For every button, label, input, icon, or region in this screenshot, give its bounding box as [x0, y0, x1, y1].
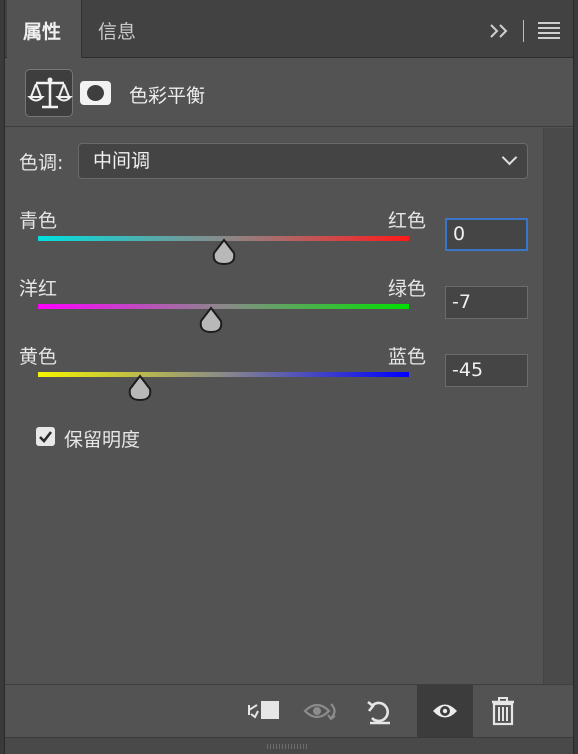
tab-divider: [523, 20, 524, 42]
adjustment-title: 色彩平衡: [129, 85, 206, 107]
slider-left-label: 青色: [19, 210, 58, 232]
slider-magenta-green: 洋红 绿色 -7: [5, 274, 542, 344]
tab-properties[interactable]: 属性: [7, 0, 81, 59]
magenta-green-value-input[interactable]: -7: [445, 286, 528, 319]
preserve-luminosity-label: 保留明度: [64, 429, 141, 451]
yellow-blue-value-input[interactable]: -45: [445, 354, 528, 387]
bottom-toolbar: [5, 684, 573, 737]
tone-dropdown-value: 中间调: [93, 150, 151, 172]
slider-thumb[interactable]: [127, 374, 153, 402]
balance-scale-icon[interactable]: [25, 69, 73, 117]
panel-resize-handle[interactable]: [5, 737, 573, 754]
slider-yellow-blue: 黄色 蓝色 -45: [5, 342, 542, 412]
view-previous-state-icon[interactable]: [301, 693, 341, 729]
grip-icon: [267, 744, 307, 749]
checkmark-icon: [39, 431, 53, 443]
slider-track[interactable]: [38, 372, 409, 377]
scrollbar[interactable]: [543, 128, 573, 684]
slider-right-label: 绿色: [388, 278, 427, 300]
reset-icon[interactable]: [360, 693, 400, 729]
slider-thumb[interactable]: [198, 306, 224, 334]
chevron-down-icon: [501, 149, 518, 166]
slider-left-label: 洋红: [19, 278, 58, 300]
adjustment-header: 色彩平衡: [5, 59, 573, 127]
trash-icon[interactable]: [483, 693, 523, 729]
tab-bar: 属性 信息: [5, 0, 573, 59]
clip-to-layer-icon[interactable]: [243, 693, 283, 729]
slider-track[interactable]: [38, 304, 409, 309]
collapse-panel-icon[interactable]: [488, 20, 514, 42]
slider-left-label: 黄色: [19, 346, 58, 368]
properties-panel: 属性 信息 色彩平衡 色调: 中间调 青色 红色 0 洋红 绿色 -7 黄色 蓝…: [4, 0, 574, 754]
tone-dropdown[interactable]: 中间调: [78, 143, 528, 179]
color-balance-controls: 色调: 中间调 青色 红色 0 洋红 绿色 -7 黄色 蓝色 -45 保留明度: [5, 128, 542, 684]
slider-thumb[interactable]: [211, 238, 237, 266]
slider-cyan-red: 青色 红色 0: [5, 206, 542, 276]
slider-right-label: 蓝色: [388, 346, 427, 368]
visibility-eye-icon[interactable]: [417, 685, 473, 737]
tone-label: 色调:: [19, 152, 64, 174]
cyan-red-value-input[interactable]: 0: [445, 218, 528, 251]
layer-mask-icon[interactable]: [80, 81, 111, 105]
tab-info[interactable]: 信息: [81, 0, 155, 58]
preserve-luminosity-checkbox[interactable]: [36, 427, 55, 446]
slider-right-label: 红色: [388, 210, 427, 232]
panel-menu-icon[interactable]: [538, 22, 560, 40]
